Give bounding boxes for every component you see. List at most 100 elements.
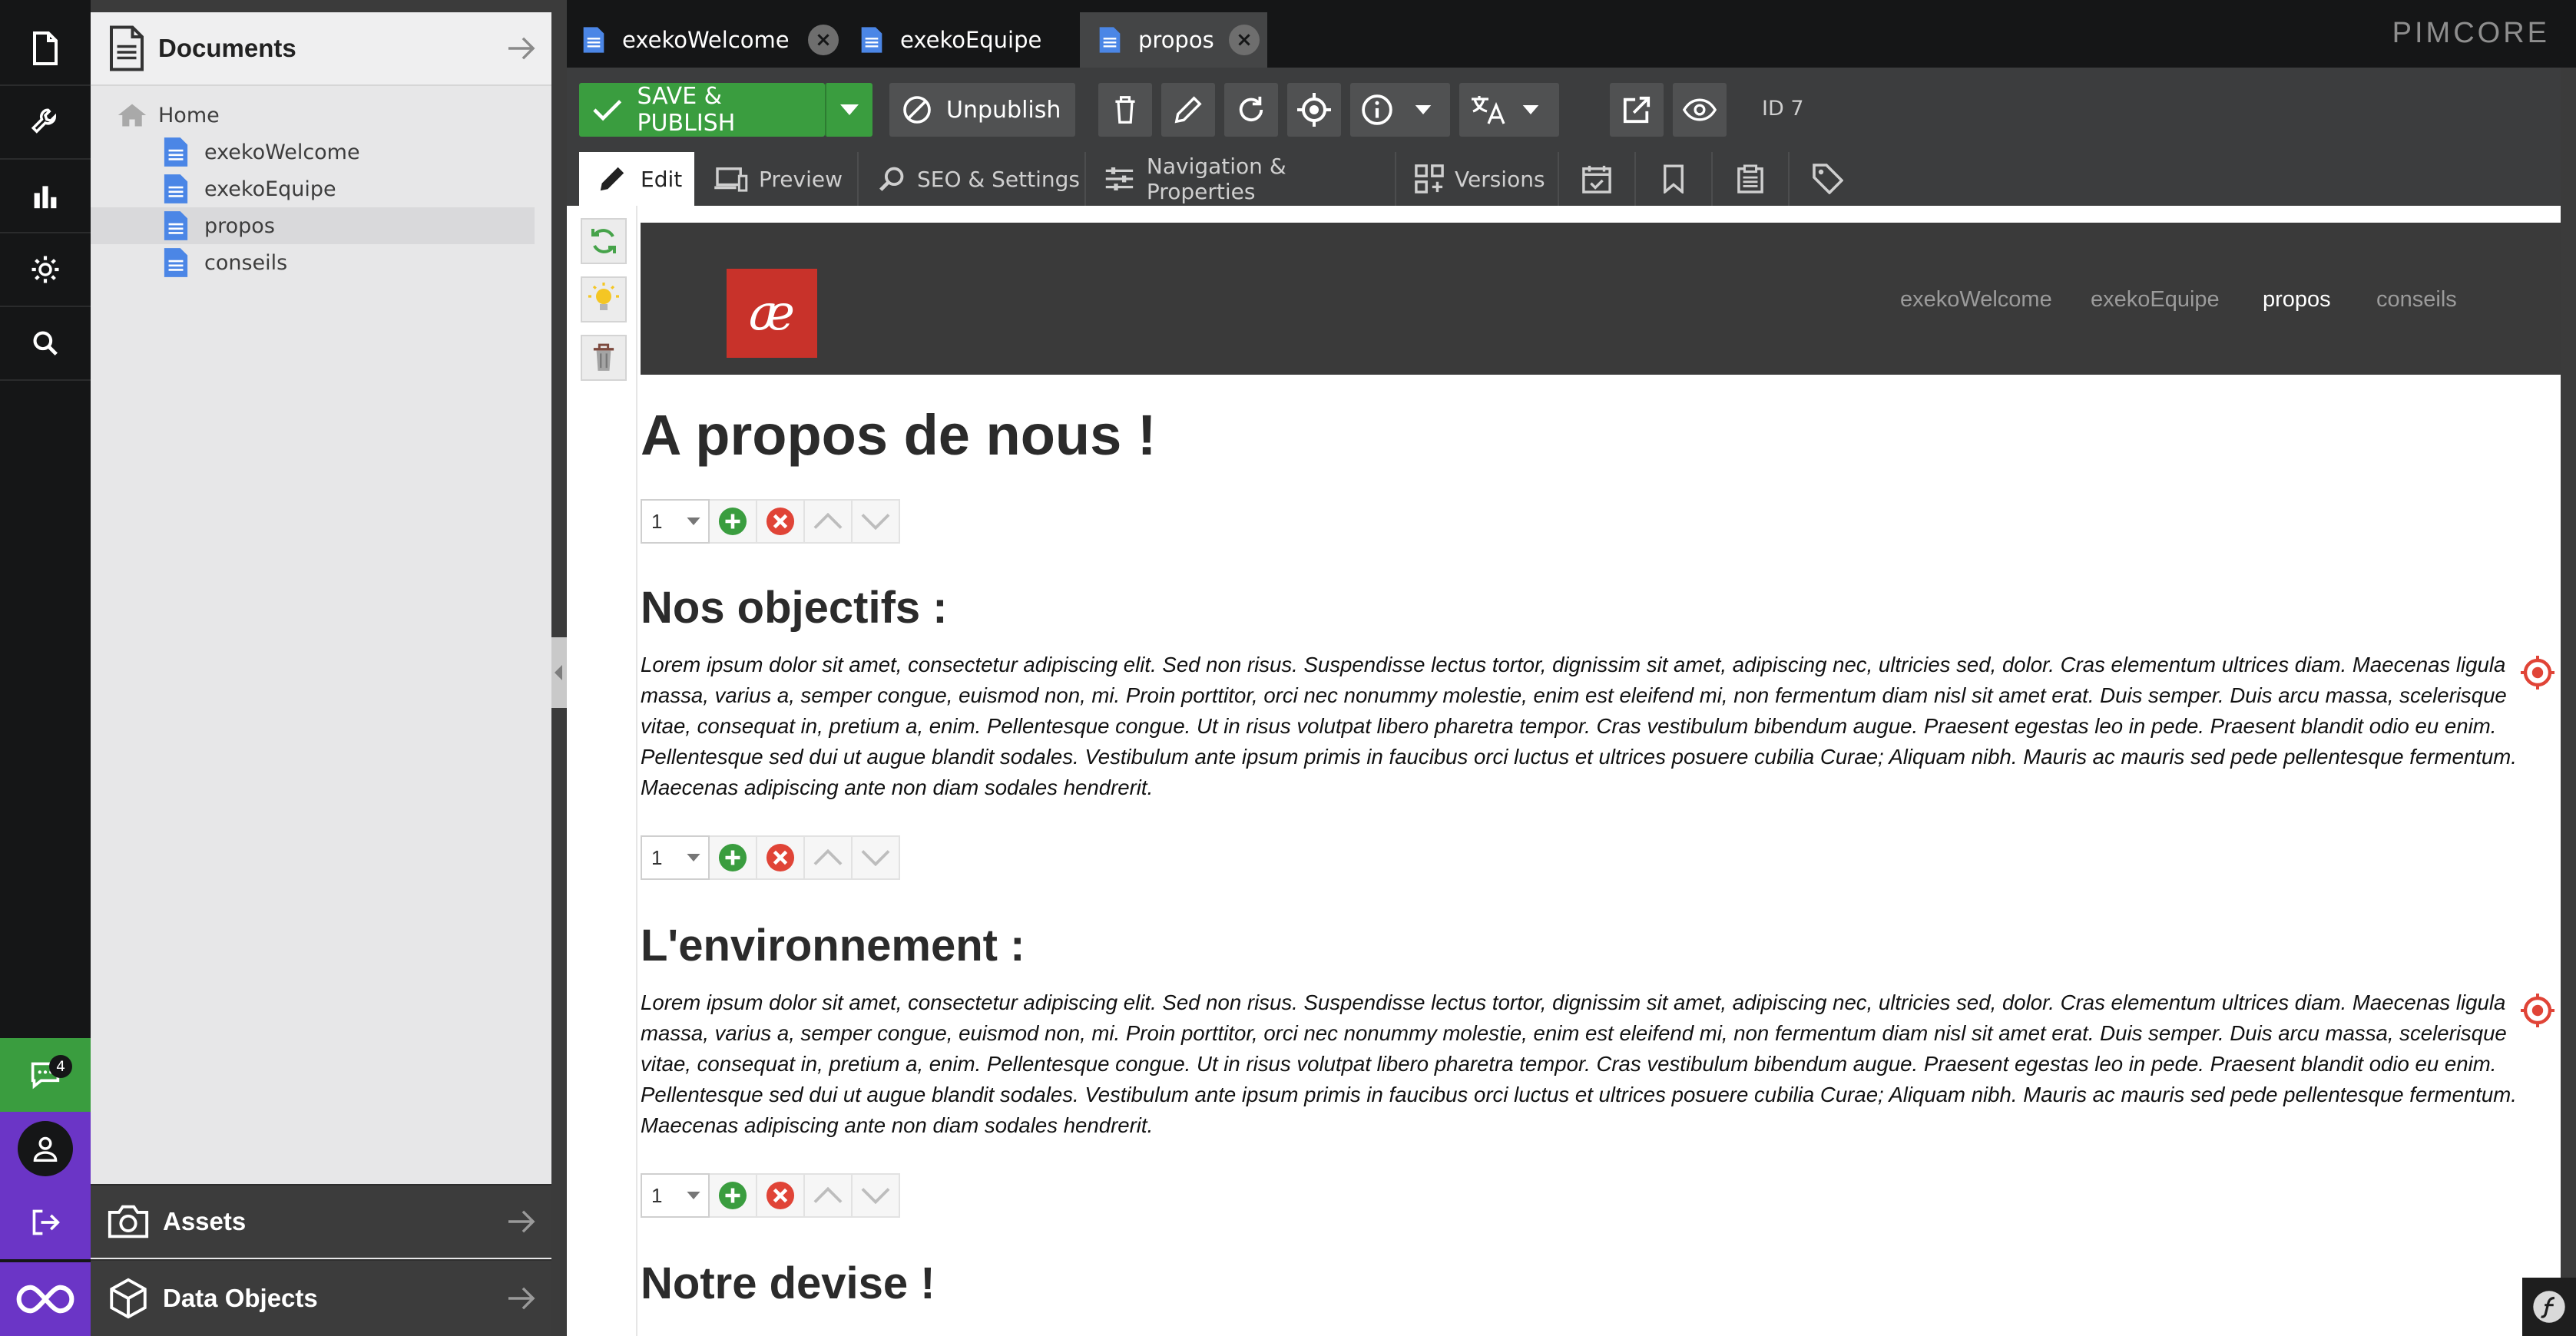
- tab-notes[interactable]: [1713, 152, 1790, 206]
- plus-icon: [718, 1181, 747, 1210]
- block-amount-select[interactable]: 1: [641, 1173, 710, 1218]
- search-nav-button[interactable]: [0, 307, 91, 381]
- rename-button[interactable]: [1161, 83, 1215, 137]
- panel-collapse-handle[interactable]: [551, 637, 567, 708]
- add-block-button[interactable]: [710, 499, 757, 544]
- symfony-toolbar-toggle[interactable]: [2522, 1278, 2576, 1336]
- tree-node-exekoequipe[interactable]: exekoEquipe: [91, 170, 535, 207]
- remove-block-button[interactable]: [757, 499, 805, 544]
- tree-node-home[interactable]: Home: [91, 97, 535, 134]
- info-menu-button[interactable]: [1350, 83, 1450, 137]
- arrow-right-icon[interactable]: [507, 1209, 536, 1235]
- save-publish-button[interactable]: SAVE & PUBLISH: [579, 83, 825, 137]
- assets-panel-header[interactable]: Assets: [91, 1184, 551, 1258]
- brand-logo: PIMCORE: [2392, 17, 2550, 49]
- notifications-button[interactable]: 4: [0, 1038, 91, 1112]
- tree-node-exekowelcome[interactable]: exekoWelcome: [91, 134, 535, 170]
- paragraph-line: massa, varius a, semper congue, euismod …: [641, 1021, 2507, 1045]
- section-paragraph[interactable]: Lorem ipsum dolor sit amet, consectetur …: [641, 987, 2553, 1141]
- pimcore-logo-button[interactable]: [0, 1262, 91, 1336]
- chevron-down-icon: [861, 514, 890, 530]
- search-icon: [33, 331, 58, 355]
- bookmark-icon: [1664, 164, 1684, 193]
- ban-icon: [903, 96, 931, 124]
- document-icon: [1099, 27, 1121, 53]
- show-in-tree-button[interactable]: [1287, 83, 1341, 137]
- areablock-controls: 1: [641, 499, 900, 544]
- site-nav-conseils[interactable]: conseils: [2376, 287, 2457, 313]
- target-icon[interactable]: [2521, 656, 2554, 689]
- caret-down-icon: [840, 104, 859, 115]
- tree-node-propos[interactable]: propos: [91, 207, 535, 244]
- tree-node-conseils[interactable]: conseils: [91, 244, 535, 281]
- reload-button[interactable]: [1224, 83, 1278, 137]
- user-profile-button[interactable]: [0, 1112, 91, 1186]
- move-block-down-button[interactable]: [853, 499, 900, 544]
- documents-panel-header[interactable]: Documents: [91, 12, 551, 86]
- clear-editables-button[interactable]: [581, 335, 627, 381]
- unpublish-button[interactable]: Unpublish: [889, 83, 1075, 137]
- tab-seo-settings[interactable]: SEO & Settings: [859, 152, 1086, 206]
- paragraph-line: Lorem ipsum dolor sit amet, consectetur …: [641, 990, 2506, 1014]
- tab-edit[interactable]: Edit: [579, 152, 694, 206]
- site-nav-propos[interactable]: propos: [2263, 287, 2331, 313]
- chevron-down-icon: [861, 1188, 890, 1204]
- save-options-dropdown[interactable]: [825, 83, 872, 137]
- assets-panel-title: Assets: [163, 1207, 247, 1235]
- move-block-up-button[interactable]: [805, 499, 853, 544]
- arrow-right-icon[interactable]: [507, 1285, 536, 1311]
- tools-nav-button[interactable]: [0, 86, 91, 160]
- reports-nav-button[interactable]: [0, 160, 91, 233]
- add-block-button[interactable]: [710, 835, 757, 880]
- open-external-button[interactable]: [1610, 83, 1664, 137]
- tab-exekowelcome[interactable]: exekoWelcome ×: [582, 12, 839, 68]
- close-icon[interactable]: ×: [1229, 25, 1260, 55]
- editable-controls-gutter: [567, 206, 637, 1336]
- remove-block-button[interactable]: [757, 835, 805, 880]
- highlight-editables-button[interactable]: [581, 276, 627, 322]
- refresh-editmode-button[interactable]: [581, 218, 627, 264]
- document-icon: [164, 211, 188, 240]
- close-icon[interactable]: ×: [808, 25, 839, 55]
- remove-block-button[interactable]: [757, 1173, 805, 1218]
- document-panel-icon: [110, 25, 144, 71]
- tab-tags[interactable]: [1790, 152, 1866, 206]
- documents-nav-button[interactable]: [0, 12, 91, 86]
- data-objects-panel-header[interactable]: Data Objects: [91, 1259, 551, 1336]
- chevron-up-icon: [813, 513, 843, 529]
- site-logo[interactable]: æ: [727, 269, 817, 358]
- sync-icon: [591, 229, 616, 253]
- arrow-right-icon[interactable]: [507, 35, 536, 61]
- block-amount-select[interactable]: 1: [641, 499, 710, 544]
- move-block-up-button[interactable]: [805, 1173, 853, 1218]
- tab-schedule[interactable]: [1559, 152, 1636, 206]
- section-paragraph[interactable]: Lorem ipsum dolor sit amet, consectetur …: [641, 650, 2553, 803]
- cube-icon: [110, 1278, 147, 1319]
- target-icon[interactable]: [2521, 994, 2554, 1027]
- site-nav-exekoequipe[interactable]: exekoEquipe: [2091, 287, 2220, 313]
- add-block-button[interactable]: [710, 1173, 757, 1218]
- translation-menu-button[interactable]: [1459, 83, 1559, 137]
- document-icon: [164, 174, 188, 203]
- pencil-icon: [1174, 96, 1202, 124]
- block-amount-select[interactable]: 1: [641, 835, 710, 880]
- document-icon: [861, 27, 882, 53]
- tab-propos[interactable]: propos ×: [1080, 12, 1267, 68]
- move-block-down-button[interactable]: [853, 1173, 900, 1218]
- tree-node-label: conseils: [204, 250, 288, 275]
- tab-preview[interactable]: Preview: [694, 152, 859, 206]
- tree-node-label: Home: [158, 103, 220, 127]
- tab-navigation-properties[interactable]: Navigation & Properties: [1086, 152, 1396, 206]
- tab-versions[interactable]: Versions: [1396, 152, 1559, 206]
- site-nav-exekowelcome[interactable]: exekoWelcome: [1900, 287, 2052, 313]
- tab-exekoequipe[interactable]: exekoEquipe ×: [856, 12, 1112, 68]
- settings-nav-button[interactable]: [0, 233, 91, 307]
- move-block-down-button[interactable]: [853, 835, 900, 880]
- preview-button[interactable]: [1673, 83, 1727, 137]
- tab-bookmark[interactable]: [1636, 152, 1713, 206]
- logout-button[interactable]: [0, 1186, 91, 1259]
- block-amount-value: 1: [651, 509, 663, 533]
- delete-button[interactable]: [1098, 83, 1152, 137]
- paragraph-line: Maecenas adipiscing ante non diam sodale…: [641, 1113, 1154, 1137]
- move-block-up-button[interactable]: [805, 835, 853, 880]
